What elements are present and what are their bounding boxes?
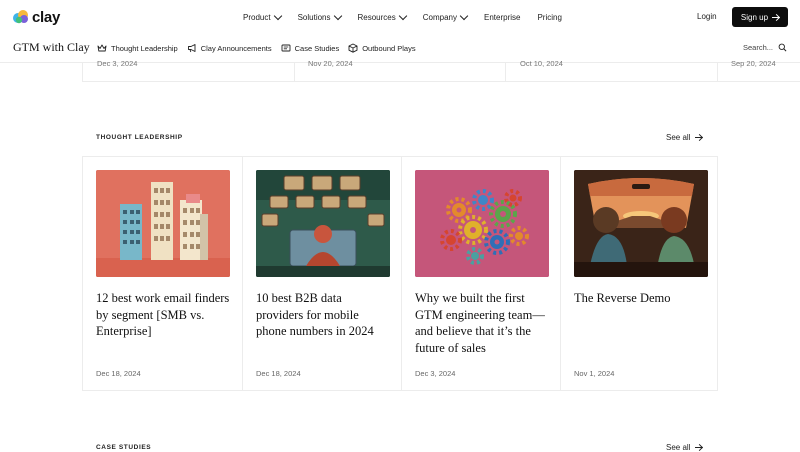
arrow-right-icon: [772, 14, 780, 21]
article-card[interactable]: 10 best B2B data providers for mobile ph…: [242, 157, 401, 390]
nav-pricing[interactable]: Pricing: [537, 13, 561, 22]
article-title[interactable]: Why we built the first GTM engineering t…: [415, 290, 551, 356]
article-date: Dec 18, 2024: [96, 369, 141, 378]
category-label: Clay Announcements: [200, 43, 272, 53]
top-navigation: clay Product Solutions Resources Company…: [0, 0, 800, 34]
crown-icon: [97, 44, 107, 52]
section-title-thought-leadership: THOUGHT LEADERSHIP: [96, 134, 183, 141]
previous-card-date: Sep 20, 2024: [731, 59, 776, 68]
blog-categories: Thought Leadership Clay Announcements Ca…: [97, 34, 425, 62]
screens-illustration: [256, 170, 390, 277]
blog-title[interactable]: GTM with Clay: [13, 40, 90, 55]
article-date: Dec 18, 2024: [256, 369, 301, 378]
thought-leadership-cards: 12 best work email finders by segment [S…: [82, 156, 718, 391]
category-label: Outbound Plays: [362, 43, 416, 53]
category-outbound-plays[interactable]: Outbound Plays: [348, 43, 416, 53]
category-label: Case Studies: [294, 43, 340, 53]
article-title[interactable]: The Reverse Demo: [574, 290, 710, 307]
nav-product-label: Product: [243, 12, 271, 22]
car-ride-illustration: [574, 170, 708, 277]
article-title[interactable]: 12 best work email finders by segment [S…: [96, 290, 232, 340]
article-card[interactable]: 12 best work email finders by segment [S…: [83, 157, 242, 390]
nav-resources[interactable]: Resources: [357, 11, 407, 22]
see-all-thought-leadership[interactable]: See all: [666, 133, 703, 142]
previous-card[interactable]: Dec 3, 2024: [82, 59, 295, 81]
document-icon: [281, 44, 291, 52]
previous-card-row: Dec 3, 2024 Nov 20, 2024 Oct 10, 2024 Se…: [82, 59, 800, 82]
buildings-illustration: [96, 170, 230, 277]
nav-company-label: Company: [422, 12, 457, 22]
clay-logo[interactable]: clay: [13, 8, 60, 26]
gears-illustration: [415, 170, 549, 277]
login-link[interactable]: Login: [697, 12, 717, 21]
article-thumbnail: [256, 170, 390, 277]
megaphone-icon: [187, 44, 196, 53]
search-icon: [778, 43, 787, 52]
see-all-label: See all: [666, 443, 691, 452]
category-thought-leadership[interactable]: Thought Leadership: [97, 43, 178, 53]
article-thumbnail: [574, 170, 708, 277]
article-date: Nov 1, 2024: [574, 369, 615, 378]
article-card[interactable]: The Reverse Demo Nov 1, 2024: [560, 157, 719, 390]
signup-button[interactable]: Sign up: [732, 7, 788, 27]
article-thumbnail: [96, 170, 230, 277]
category-case-studies[interactable]: Case Studies: [281, 43, 340, 53]
chevron-down-icon: [398, 11, 407, 20]
nav-product[interactable]: Product: [243, 11, 282, 22]
clay-logo-icon: [13, 10, 28, 24]
chevron-down-icon: [459, 11, 469, 20]
nav-enterprise[interactable]: Enterprise: [484, 13, 520, 22]
previous-card-date: Dec 3, 2024: [97, 59, 138, 68]
main-menu: Product Solutions Resources Company Ente…: [243, 0, 579, 34]
article-title[interactable]: 10 best B2B data providers for mobile ph…: [256, 290, 392, 340]
nav-company[interactable]: Company: [422, 11, 469, 22]
previous-card-date: Nov 20, 2024: [308, 59, 353, 68]
article-card[interactable]: Why we built the first GTM engineering t…: [401, 157, 560, 390]
chevron-down-icon: [273, 11, 282, 20]
see-all-case-studies[interactable]: See all: [666, 443, 703, 452]
nav-resources-label: Resources: [357, 12, 396, 22]
chevron-down-icon: [333, 11, 342, 20]
search-placeholder: Search...: [743, 43, 774, 52]
article-thumbnail: [415, 170, 549, 277]
arrow-right-icon: [695, 134, 703, 141]
previous-card[interactable]: Nov 20, 2024: [294, 59, 506, 81]
nav-enterprise-label: Enterprise: [484, 12, 521, 22]
previous-card-date: Oct 10, 2024: [520, 59, 563, 68]
cube-icon: [348, 43, 358, 53]
article-date: Dec 3, 2024: [415, 369, 456, 378]
signup-label: Sign up: [740, 12, 769, 22]
nav-solutions-label: Solutions: [297, 12, 331, 22]
category-clay-announcements[interactable]: Clay Announcements: [187, 43, 272, 53]
blog-search[interactable]: Search...: [743, 43, 787, 52]
nav-solutions[interactable]: Solutions: [297, 11, 342, 22]
category-label: Thought Leadership: [111, 43, 178, 53]
previous-card[interactable]: Oct 10, 2024: [505, 59, 718, 81]
clay-wordmark: clay: [32, 8, 60, 26]
nav-pricing-label: Pricing: [537, 12, 562, 22]
previous-card[interactable]: Sep 20, 2024: [717, 59, 800, 81]
see-all-label: See all: [666, 133, 691, 142]
